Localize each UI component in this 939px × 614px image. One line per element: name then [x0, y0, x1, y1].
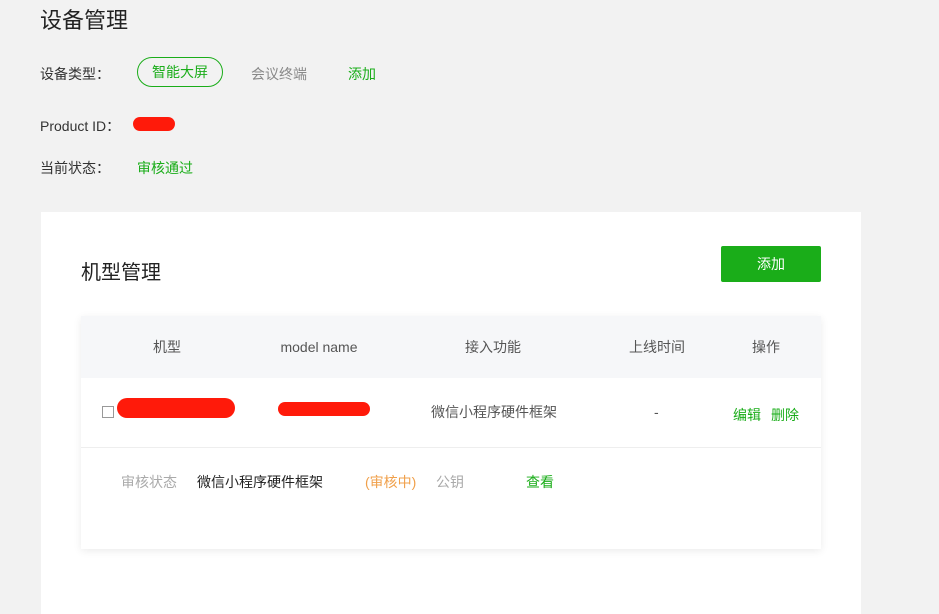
product-id-redaction	[133, 117, 175, 131]
edit-link[interactable]: 编辑	[733, 405, 761, 425]
model-name-redaction	[278, 402, 370, 416]
page-title: 设备管理	[40, 8, 129, 33]
review-pending-status: (审核中)	[365, 474, 417, 490]
public-key-label: 公钥	[436, 474, 464, 490]
row-checkbox[interactable]	[102, 406, 114, 418]
model-management-title: 机型管理	[81, 262, 161, 284]
device-type-label: 设备类型：	[40, 66, 110, 82]
column-header-feature: 接入功能	[465, 339, 521, 355]
column-header-actions: 操作	[752, 339, 780, 355]
column-header-online-time: 上线时间	[629, 339, 685, 355]
review-status-label: 审核状态	[121, 474, 177, 490]
row-divider	[81, 447, 821, 448]
device-type-meeting-terminal-option[interactable]: 会议终端	[251, 64, 307, 84]
status-label: 当前状态：	[40, 160, 110, 176]
column-header-model: 机型	[153, 339, 181, 355]
view-public-key-link[interactable]: 查看	[526, 472, 554, 492]
model-redaction	[117, 398, 235, 418]
product-id-label: Product ID：	[40, 118, 121, 134]
column-header-model-name: model name	[280, 339, 358, 355]
model-management-card: 机型管理 添加 机型 model name 接入功能 上线时间 操作 微信小程序…	[41, 212, 861, 614]
delete-link[interactable]: 删除	[771, 405, 799, 425]
table-header: 机型 model name 接入功能 上线时间 操作	[81, 316, 821, 378]
detail-framework: 微信小程序硬件框架	[197, 474, 323, 490]
add-model-button[interactable]: 添加	[721, 246, 821, 282]
model-table: 机型 model name 接入功能 上线时间 操作 微信小程序硬件框架 - 编…	[81, 316, 821, 549]
add-device-type-link[interactable]: 添加	[348, 64, 376, 84]
row-feature: 微信小程序硬件框架	[431, 404, 557, 420]
row-online-time: -	[654, 404, 659, 420]
status-value: 审核通过	[137, 160, 193, 176]
device-type-smart-screen-chip[interactable]: 智能大屏	[137, 57, 223, 87]
